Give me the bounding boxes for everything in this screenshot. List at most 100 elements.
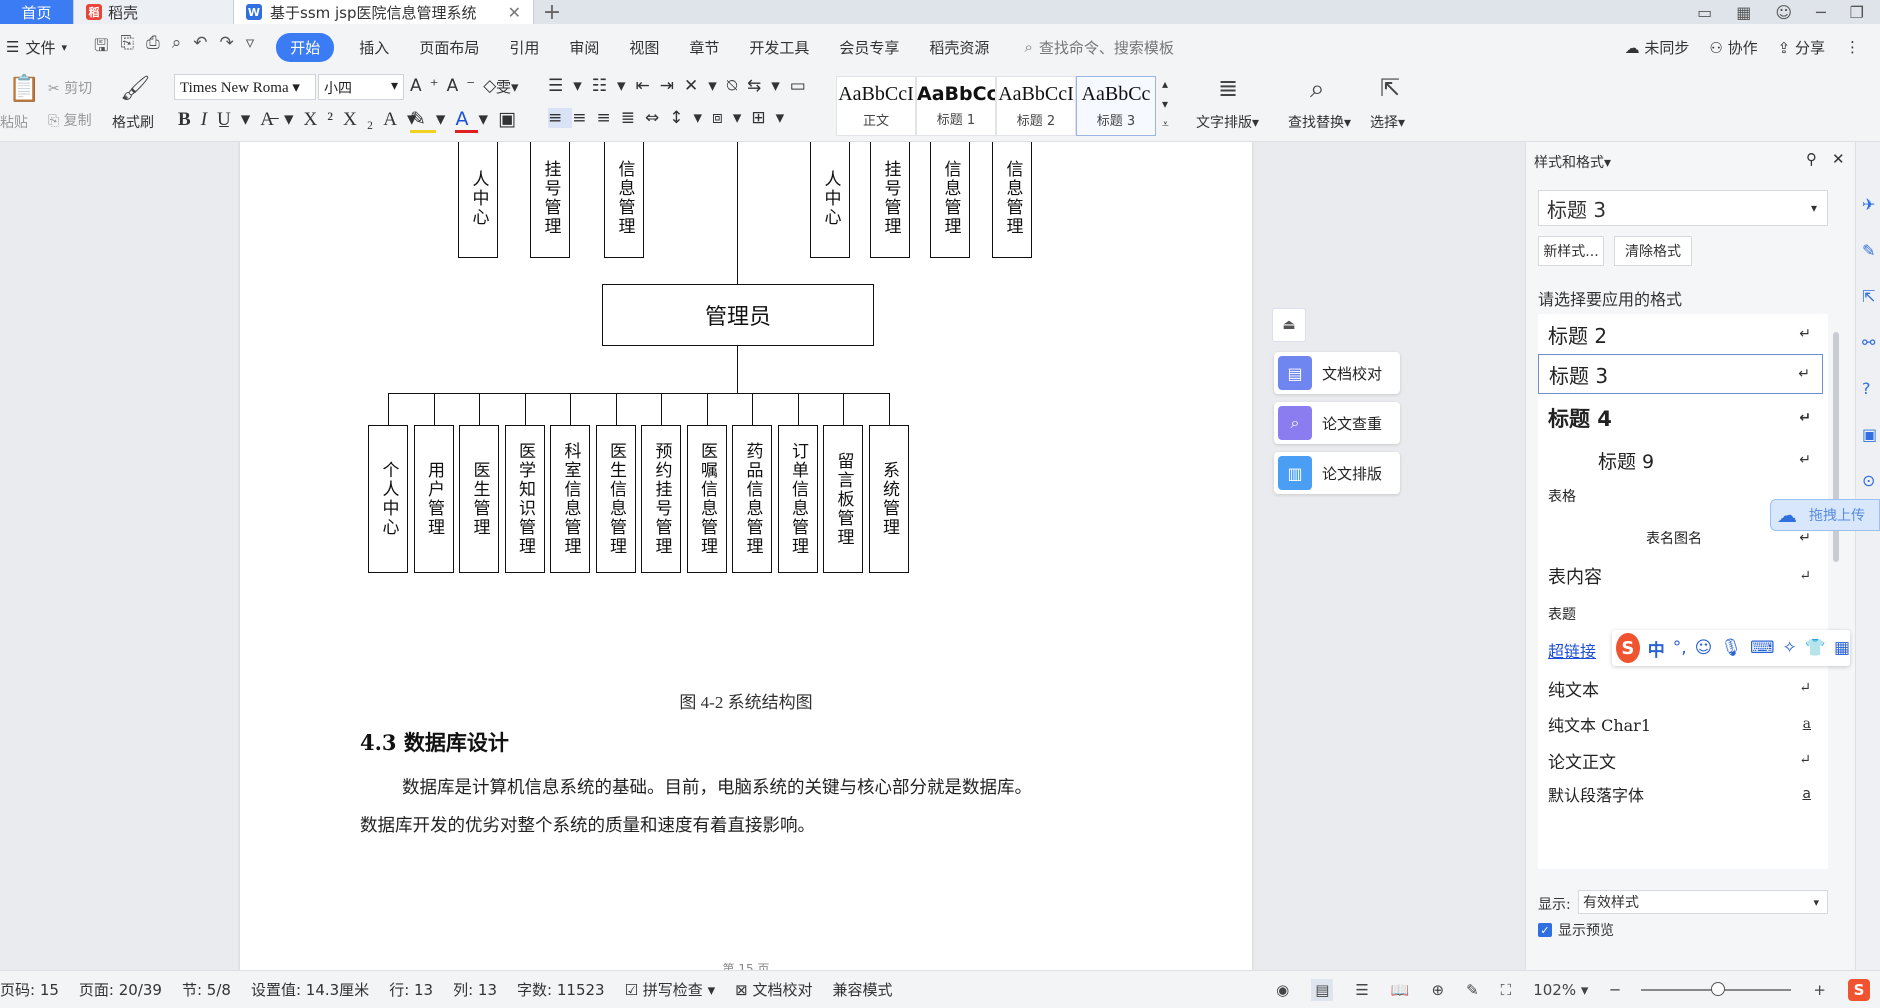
tab-document[interactable]: W 基于ssm jsp医院信息管理系统 ✕ — [234, 0, 534, 24]
ime-mode-label[interactable]: 中 — [1648, 636, 1665, 661]
keyboard-icon[interactable]: ⌨ — [1750, 638, 1775, 658]
restore-icon[interactable]: ❐ — [1850, 3, 1864, 22]
export-icon[interactable]: ⎘ — [120, 33, 134, 62]
mic-icon[interactable]: 🎙 — [1720, 638, 1742, 658]
collapse-tools-button[interactable]: ⏏ — [1272, 308, 1306, 342]
save-icon[interactable]: 🖫 — [94, 33, 108, 62]
style-heading1[interactable]: AaBbCc 标题 1 — [916, 76, 996, 136]
style-item-plain-text-char1[interactable]: 纯文本 Char1 a — [1538, 704, 1823, 744]
doc-proofread-button[interactable]: ▤ 文档校对 — [1274, 352, 1400, 394]
style-normal[interactable]: AaBbCcI 正文 — [836, 76, 916, 136]
paragraph-align-buttons[interactable]: ≡≡≡≣⇔↕▾⧈▾⊞▾ — [548, 108, 794, 128]
write-mode-icon[interactable]: ✎ — [1466, 981, 1479, 999]
new-style-button[interactable]: 新样式... — [1538, 236, 1604, 266]
zoom-slider-thumb[interactable] — [1710, 981, 1725, 996]
font-name-select[interactable]: Times New Roma ▾ — [174, 74, 316, 100]
undo-icon[interactable]: ↶ — [193, 33, 207, 62]
menu-dev-tools[interactable]: 开发工具 — [734, 37, 824, 58]
find-replace-label[interactable]: 查找替换▾ — [1288, 112, 1351, 132]
style-item-table-title[interactable]: 表题 — [1538, 594, 1823, 634]
web-view-icon[interactable]: ⊕ — [1432, 981, 1445, 999]
style-item-plain-text[interactable]: 纯文本 ↵ — [1538, 668, 1823, 708]
skin-icon[interactable]: ✧ — [1783, 638, 1797, 658]
avatar[interactable]: ☺ — [1775, 3, 1792, 22]
style-item-table-content[interactable]: 表内容 ↵ — [1538, 556, 1823, 596]
drag-upload-button[interactable]: ☁ 拖拽上传 — [1770, 499, 1880, 531]
more-icon[interactable]: ⋮ — [1845, 38, 1860, 56]
clear-format-button[interactable]: 清除格式 — [1614, 236, 1692, 266]
tab-home[interactable]: 首页 — [0, 0, 74, 24]
close-tab-icon[interactable]: ✕ — [508, 3, 521, 22]
sync-button[interactable]: ☁ 未同步 — [1625, 37, 1690, 58]
spell-check-button[interactable]: ☑ 拼写检查 ▾ — [615, 979, 726, 1000]
reading-view-icon[interactable]: 📖 — [1391, 981, 1410, 999]
format-painter-label[interactable]: 格式刷 — [112, 112, 154, 132]
menu-file[interactable]: ☰ 文件 ▾ — [0, 37, 82, 58]
grid-icon[interactable]: ▦ — [1834, 638, 1850, 658]
zoom-in-icon[interactable]: + — [1813, 981, 1826, 999]
pin-icon[interactable]: ⚲ — [1806, 150, 1817, 168]
current-style-field[interactable]: 标题 3 ▾ — [1538, 190, 1828, 226]
customize-icon[interactable]: ▿ — [246, 33, 255, 62]
status-words[interactable]: 字数: 11523 — [507, 979, 615, 1000]
style-heading2[interactable]: AaBbCcI 标题 2 — [996, 76, 1076, 136]
share-button[interactable]: ⇪ 分享 — [1778, 37, 1825, 58]
menu-insert[interactable]: 插入 — [344, 37, 404, 58]
font-size-select[interactable]: 小四 ▾ — [318, 74, 404, 100]
format-painter-icon[interactable]: 🖌 — [120, 74, 150, 102]
select-cursor-icon[interactable]: ⇱ — [1380, 74, 1400, 102]
list-indent-buttons[interactable]: ☰▾☷▾⇤⇥✕▾⍉⇆▾▭ — [548, 76, 816, 96]
close-pane-icon[interactable]: ✕ — [1832, 150, 1845, 168]
sogou-logo-icon[interactable]: S — [1616, 633, 1640, 663]
style-item-heading3[interactable]: 标题 3 ↵ — [1538, 354, 1823, 394]
style-item-heading4[interactable]: 标题 4 ↵ — [1538, 398, 1823, 438]
paste-icon[interactable]: 📋 — [8, 74, 40, 104]
print-icon[interactable]: ⎙ — [146, 33, 160, 62]
phonetic-icon[interactable]: 雯▾ — [496, 76, 519, 97]
zoom-level[interactable]: 102% ▾ — [1533, 981, 1588, 999]
outline-view-icon[interactable]: ☰ — [1355, 981, 1368, 999]
emoji-icon[interactable]: ☺ — [1695, 638, 1713, 658]
menu-start[interactable]: 开始 — [276, 32, 335, 62]
copy-button[interactable]: ⎘ 复制 — [48, 110, 92, 130]
show-filter-select[interactable]: 有效样式 ▾ — [1578, 890, 1828, 914]
minimize-icon[interactable]: ─ — [1816, 3, 1826, 22]
layout-icon[interactable]: ▭ — [1697, 3, 1712, 22]
tab-daoke[interactable]: 稻 稻壳 — [74, 0, 234, 24]
thesis-layout-button[interactable]: ▥ 论文排版 — [1274, 452, 1400, 494]
punctuation-icon[interactable]: °, — [1673, 638, 1687, 658]
command-search[interactable]: ⌕ 查找命令、搜索模板 — [1024, 37, 1173, 58]
zoom-slider[interactable] — [1641, 981, 1792, 996]
document-page[interactable]: 人中心 挂号管理 信息管理 人中心 挂号管理 信息管理 信息管理 管理员 图 4… — [240, 142, 1252, 970]
side-icons[interactable]: ✈ ✎ ⇱ ⚯? ▣ ⊙ — [1862, 182, 1877, 504]
plagiarism-check-button[interactable]: ⌕ 论文查重 — [1274, 402, 1400, 444]
shirt-icon[interactable]: 👕 — [1805, 638, 1826, 658]
doc-proof-status-button[interactable]: ⊠ 文档校对 — [725, 979, 822, 1000]
fit-page-icon[interactable]: ⛶ — [1501, 981, 1512, 999]
font-color-buttons[interactable]: ✎▾A▾▣ — [410, 108, 526, 133]
show-preview-checkbox[interactable]: ✓ 显示预览 — [1538, 920, 1614, 940]
menu-daoke-resources[interactable]: 稻壳资源 — [914, 37, 1004, 58]
apps-grid-icon[interactable]: ▦ — [1736, 3, 1751, 22]
font-style-buttons[interactable]: BIU̲▾A̶▾X²X₂A▾ — [178, 108, 427, 131]
text-layout-label[interactable]: 文字排版▾ — [1196, 112, 1259, 132]
font-grow-shrink-buttons[interactable]: A⁺A⁻◇ — [410, 76, 504, 96]
new-tab-button[interactable]: + — [534, 0, 570, 25]
status-page[interactable]: 页面: 20/39 — [69, 979, 172, 1000]
menu-view[interactable]: 视图 — [614, 37, 674, 58]
collab-button[interactable]: ⚇ 协作 — [1709, 37, 1757, 58]
menu-references[interactable]: 引用 — [494, 37, 554, 58]
print-preview-icon[interactable]: ⌕ — [172, 33, 182, 62]
page-view-icon[interactable]: ▤ — [1311, 978, 1334, 1001]
style-scroll-arrows[interactable]: ▴ ▾ ⩡ — [1162, 74, 1169, 134]
menu-member[interactable]: 会员专享 — [824, 37, 914, 58]
cut-button[interactable]: ✂ 剪切 — [48, 78, 92, 98]
find-replace-icon[interactable]: ⌕ — [1310, 74, 1325, 105]
style-heading3[interactable]: AaBbCc 标题 3 — [1076, 76, 1156, 136]
menu-section[interactable]: 章节 — [674, 37, 734, 58]
eye-protection-icon[interactable]: ◉ — [1276, 981, 1289, 999]
text-layout-icon[interactable]: ≣ — [1218, 74, 1238, 102]
paste-label[interactable]: 粘贴 — [0, 112, 28, 132]
select-label[interactable]: 选择▾ — [1370, 112, 1405, 132]
style-item-default-para-font[interactable]: 默认段落字体 a — [1538, 774, 1823, 814]
